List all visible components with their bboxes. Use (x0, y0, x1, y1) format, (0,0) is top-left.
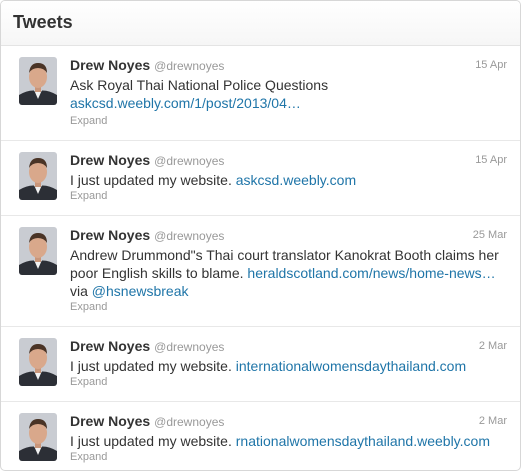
tweet-timestamp[interactable]: 15 Apr (475, 59, 507, 71)
author-handle[interactable]: @drewnoyes (154, 229, 224, 243)
tweet-timestamp[interactable]: 25 Mar (473, 229, 507, 241)
avatar[interactable] (19, 57, 57, 105)
mention-link[interactable]: @hsnewsbreak (92, 283, 189, 299)
avatar[interactable] (19, 338, 57, 386)
tweet-item[interactable]: Drew Noyes @drewnoyes 2 Mar I just update… (1, 327, 520, 402)
tweet-link[interactable]: askcsd.weebly.com/1/post/2013/04… (70, 95, 301, 111)
tweet-text: I just updated my website. askcsd.weebly… (70, 172, 357, 188)
tweet-item[interactable]: Drew Noyes @drewnoyes 25 Mar Andrew Drumm… (1, 216, 520, 327)
tweet-link[interactable]: rnationalwomensdaythailand.weebly.com (236, 433, 490, 449)
tweet-item[interactable]: Drew Noyes @drewnoyes 2 Mar I just update… (1, 402, 520, 470)
author-name[interactable]: Drew Noyes @drewnoyes (70, 338, 224, 354)
tweet-link[interactable]: askcsd.weebly.com (236, 172, 356, 188)
panel-title: Tweets (13, 12, 73, 32)
tweet-timestamp[interactable]: 2 Mar (479, 340, 507, 352)
avatar[interactable] (19, 413, 57, 461)
expand-link[interactable]: Expand (70, 190, 107, 202)
panel-header: Tweets (1, 1, 520, 46)
author-handle[interactable]: @drewnoyes (154, 415, 224, 429)
author-name[interactable]: Drew Noyes @drewnoyes (70, 57, 224, 73)
author-handle[interactable]: @drewnoyes (154, 340, 224, 354)
expand-link[interactable]: Expand (70, 376, 107, 388)
author-name[interactable]: Drew Noyes @drewnoyes (70, 227, 224, 243)
author-name[interactable]: Drew Noyes @drewnoyes (70, 413, 224, 429)
tweet-text: Ask Royal Thai National Police Questions… (70, 77, 329, 111)
author-handle[interactable]: @drewnoyes (154, 59, 224, 73)
tweet-text: Andrew Drummond"s Thai court translator … (70, 247, 499, 299)
author-name[interactable]: Drew Noyes @drewnoyes (70, 152, 224, 168)
tweet-item[interactable]: Drew Noyes @drewnoyes 15 Apr I just updat… (1, 141, 520, 216)
tweet-link[interactable]: heraldscotland.com/news/home-news… (247, 265, 495, 281)
tweet-text: I just updated my website. rnationalwome… (70, 433, 490, 449)
expand-link[interactable]: Expand (70, 301, 107, 313)
expand-link[interactable]: Expand (70, 115, 107, 127)
tweet-timestamp[interactable]: 15 Apr (475, 154, 507, 166)
tweet-timestamp[interactable]: 2 Mar (479, 415, 507, 427)
tweet-link[interactable]: internationalwomensdaythailand.com (236, 358, 466, 374)
tweets-panel: Tweets Drew Noyes @drewnoyes 15 Apr Ask R… (0, 0, 521, 471)
tweet-text: I just updated my website. international… (70, 358, 467, 374)
expand-link[interactable]: Expand (70, 451, 107, 463)
avatar[interactable] (19, 227, 57, 275)
avatar[interactable] (19, 152, 57, 200)
author-handle[interactable]: @drewnoyes (154, 154, 224, 168)
tweet-item[interactable]: Drew Noyes @drewnoyes 15 Apr Ask Royal Th… (1, 46, 520, 141)
